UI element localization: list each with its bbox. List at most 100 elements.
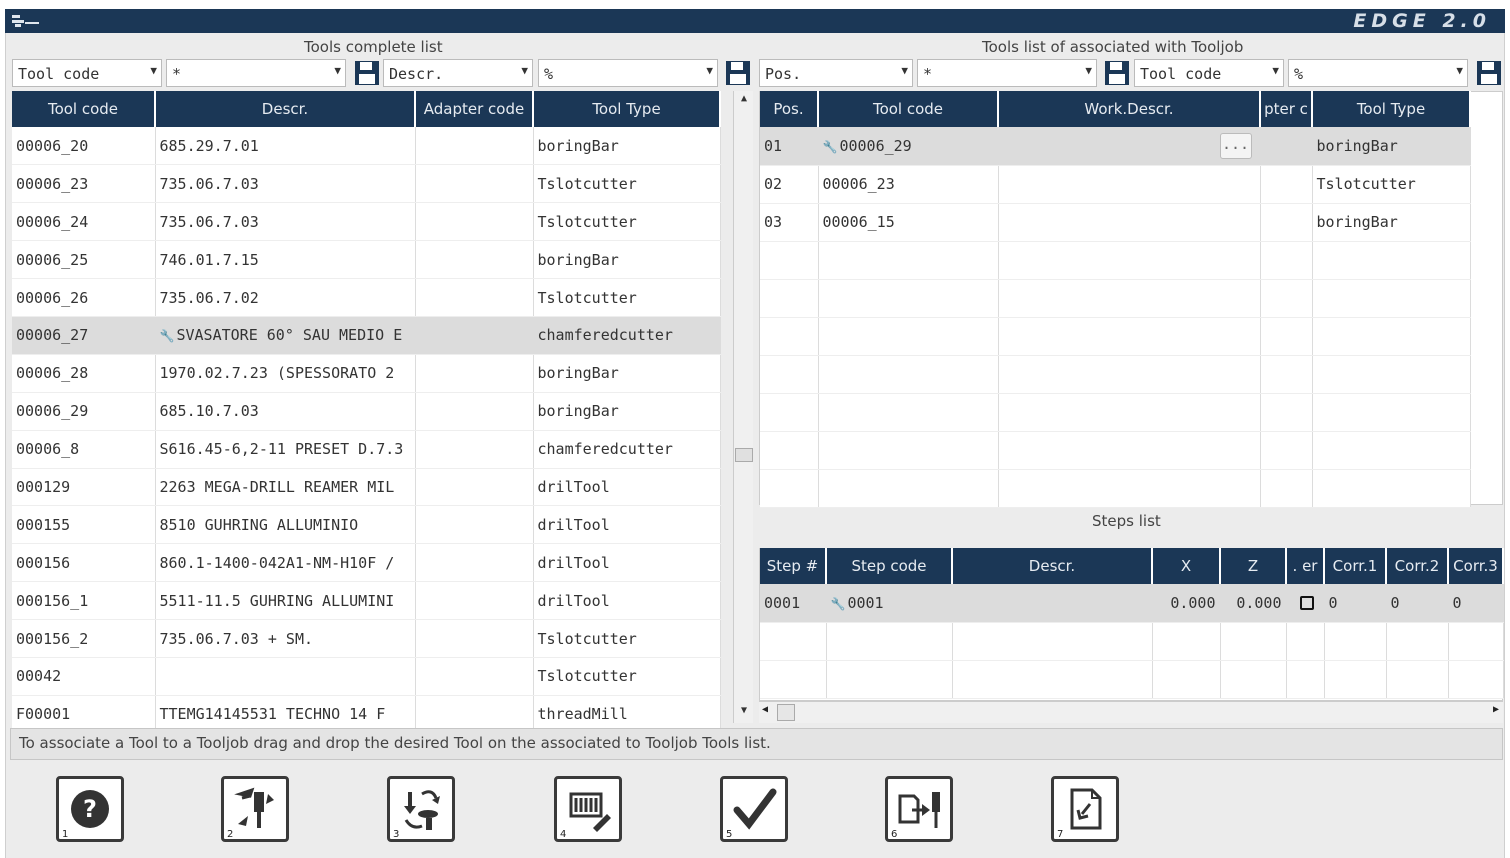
empty-cell <box>1286 660 1325 699</box>
empty-cell <box>1260 279 1313 318</box>
scroll-down-icon[interactable]: ▼ <box>736 705 752 721</box>
tool-type-cell: chamferedcutter <box>533 430 721 469</box>
left-filter-value1-input[interactable]: * ▼ <box>166 59 346 87</box>
edit-work-descr-button[interactable]: ... <box>1219 132 1252 159</box>
col-adapter-code[interactable]: pter c <box>1260 91 1313 127</box>
left-filter-value2-input[interactable]: % ▼ <box>538 59 718 87</box>
help-button[interactable]: ? 1 <box>56 776 124 842</box>
col-tool-type[interactable]: Tool Type <box>1312 91 1471 127</box>
table-row[interactable]: 000156_2 735.06.7.03 + SM. Tslotcutter <box>12 619 721 658</box>
empty-cell <box>826 622 953 661</box>
empty-row <box>760 622 1504 661</box>
work-descr-cell <box>998 165 1261 204</box>
tool-type-cell: Tslotcutter <box>533 657 721 696</box>
document-return-button[interactable]: 7 <box>1051 776 1119 842</box>
tool-code-cell: 00006_25 <box>12 240 156 280</box>
scroll-left-icon[interactable]: ◀ <box>762 704 768 715</box>
adapter-code-cell <box>415 468 534 507</box>
tool-swap-button[interactable]: 2 <box>221 776 289 842</box>
table-row[interactable]: 00006_26 735.06.7.02 Tslotcutter <box>12 278 721 317</box>
table-row[interactable]: 00006_28 1970.02.7.23 (SPESSORATO 2 boring… <box>12 354 721 393</box>
left-save-icon[interactable] <box>353 59 381 87</box>
right-filter-field1-select[interactable]: Pos. ▼ <box>759 59 913 87</box>
empty-cell <box>952 660 1153 699</box>
empty-cell <box>1312 279 1471 318</box>
tool-code-cell: 00006_8 <box>12 430 156 469</box>
table-row[interactable]: 00006_25 746.01.7.15 boringBar <box>12 240 721 280</box>
app-menu-icon[interactable] <box>11 13 41 29</box>
col-corr2[interactable]: Corr.2 <box>1386 548 1449 584</box>
right-filter-value1-input[interactable]: * ▼ <box>917 59 1097 87</box>
col-tool-code[interactable]: Tool code <box>818 91 999 127</box>
empty-cell <box>998 279 1261 318</box>
left-filter-field1-select[interactable]: Tool code ▼ <box>12 59 162 87</box>
table-row[interactable]: 000155 8510 GUHRING ALLUMINIO drilTool <box>12 505 721 545</box>
tool-type-cell: boringBar <box>533 392 721 431</box>
col-pos[interactable]: Pos. <box>760 91 819 127</box>
col-corr1[interactable]: Corr.1 <box>1324 548 1387 584</box>
scroll-thumb[interactable] <box>777 704 795 721</box>
col-corr3[interactable]: Corr.3 <box>1448 548 1504 584</box>
table-row[interactable]: 000156 860.1-1400-042A1-NM-H10F / drilTool <box>12 543 721 583</box>
tool-type-cell: boringBar <box>533 354 721 393</box>
table-row[interactable]: 00006_8 S616.45-6,2-11 PRESET D.7.3 chamfe… <box>12 430 721 469</box>
adapter-code-cell <box>415 316 534 355</box>
scroll-up-icon[interactable]: ▲ <box>736 93 752 109</box>
table-row[interactable]: 0001 🔧 0001 0.000 0.000 0 0 0 <box>760 584 1504 623</box>
empty-cell <box>1260 317 1313 356</box>
tool-code-cell: 00006_27 <box>12 316 156 355</box>
associated-tools-title: Tools list of associated with Tooljob <box>982 38 1244 56</box>
scroll-thumb[interactable] <box>735 448 753 462</box>
tool-type-cell: Tslotcutter <box>533 278 721 317</box>
col-descr[interactable]: Descr. <box>155 91 416 127</box>
table-row[interactable]: 03 00006_15 boringBar <box>760 203 1471 242</box>
table-row[interactable]: 00042 Tslotcutter <box>12 657 721 696</box>
right-filter-field2-select[interactable]: Tool code ▼ <box>1134 59 1284 87</box>
table-row[interactable]: 00006_29 685.10.7.03 boringBar <box>12 392 721 431</box>
col-step-descr[interactable]: Descr. <box>952 548 1153 584</box>
table-row[interactable]: 000129 2263 MEGA-DRILL REAMER MIL drilTool <box>12 468 721 507</box>
table-row[interactable]: 00006_24 735.06.7.03 Tslotcutter <box>12 202 721 242</box>
descr-cell: 746.01.7.15 <box>155 240 416 280</box>
col-x[interactable]: X <box>1152 548 1221 584</box>
scroll-right-icon[interactable]: ▶ <box>1493 704 1499 715</box>
left-filter-field2-select[interactable]: Descr. ▼ <box>383 59 533 87</box>
steps-horizontal-scrollbar[interactable]: ◀ ▶ <box>759 701 1503 723</box>
right-save-icon-2[interactable] <box>1475 59 1503 87</box>
enabled-checkbox[interactable] <box>1300 596 1314 611</box>
col-tool-code[interactable]: Tool code <box>12 91 156 127</box>
empty-cell <box>1312 317 1471 356</box>
empty-cell <box>760 317 819 356</box>
empty-row <box>760 317 1471 356</box>
tool-exchange-button[interactable]: 3 <box>387 776 455 842</box>
col-adapter-code[interactable]: Adapter code <box>415 91 534 127</box>
tool-edit-button[interactable]: 4 <box>554 776 622 842</box>
empty-cell <box>1324 622 1387 661</box>
tool-export-button[interactable]: 6 <box>885 776 953 842</box>
table-row[interactable]: 02 00006_23 Tslotcutter <box>760 165 1471 204</box>
empty-cell <box>998 241 1261 280</box>
col-tool-type[interactable]: Tool Type <box>533 91 721 127</box>
empty-cell <box>818 431 999 470</box>
left-save-icon-2[interactable] <box>724 59 752 87</box>
right-filter-value2-input[interactable]: % ▼ <box>1288 59 1468 87</box>
adapter-code-cell <box>415 354 534 393</box>
col-enabled[interactable]: . er <box>1286 548 1325 584</box>
col-step-num[interactable]: Step # <box>760 548 827 584</box>
empty-cell <box>1312 241 1471 280</box>
table-row[interactable]: 000156_1 5511-11.5 GUHRING ALLUMINI drilTo… <box>12 581 721 621</box>
left-vertical-scrollbar[interactable]: ▲ ▼ <box>733 91 753 723</box>
descr-cell: 1970.02.7.23 (SPESSORATO 2 <box>155 354 416 393</box>
col-z[interactable]: Z <box>1220 548 1287 584</box>
table-row[interactable]: 01 🔧 00006_29... boringBar <box>760 127 1471 166</box>
table-row[interactable]: 00006_27 🔧 SVASATORE 60° SAU MEDIO E chamfe… <box>12 316 721 355</box>
tool-code-cell: 00006_20 <box>12 127 156 166</box>
empty-row <box>760 431 1471 470</box>
table-row[interactable]: 00006_20 685.29.7.01 boringBar <box>12 127 721 166</box>
confirm-button[interactable]: 5 <box>720 776 788 842</box>
right-save-icon[interactable] <box>1103 59 1131 87</box>
col-work-descr[interactable]: Work.Descr. <box>998 91 1261 127</box>
col-step-code[interactable]: Step code <box>826 548 953 584</box>
empty-cell <box>1312 355 1471 394</box>
table-row[interactable]: 00006_23 735.06.7.03 Tslotcutter <box>12 164 721 204</box>
